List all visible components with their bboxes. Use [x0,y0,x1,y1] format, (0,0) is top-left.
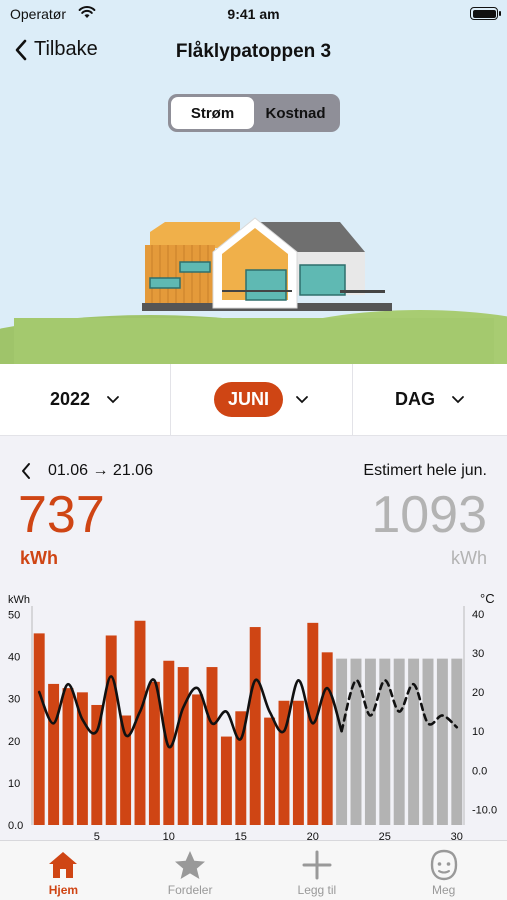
estimate-bar [451,658,463,825]
estimate-bar [364,658,376,825]
y-tick-label: 10 [8,778,20,790]
consumption-bar [48,683,60,825]
right-axis-label: °C [480,591,495,606]
date-range: 01.06 → 21.06 [48,462,153,479]
consumption-bar [264,717,276,825]
consumption-bar [206,667,218,825]
month-value: JUNI [213,382,283,417]
tab-add-label: Legg til [297,883,337,897]
previous-period-button[interactable] [20,461,32,481]
estimate-bar [422,658,434,825]
estimated-energy-value: 1093 [371,486,487,544]
y-tick-label: 20 [8,736,20,748]
house-illustration [0,217,507,365]
face-icon [430,849,457,881]
y2-tick-label: 10 [472,726,484,738]
y2-tick-label: 0.0 [472,765,487,777]
tab-me-label: Meg [431,883,456,897]
tab-add[interactable]: Legg til [254,841,381,900]
segment-power[interactable]: Strøm [171,97,254,129]
chevron-down-icon [107,396,119,404]
consumption-bar [220,736,232,825]
tab-home[interactable]: Hjem [0,841,127,900]
plus-icon [302,850,332,880]
year-value: 2022 [49,389,91,409]
consumption-bar [148,681,160,825]
period-selectors: 2022 JUNI DAG [0,364,507,436]
year-dropdown[interactable]: 2022 [0,364,170,435]
tab-me[interactable]: Meg [380,841,507,900]
star-icon [175,851,206,879]
period-row: 01.06 → 21.06 Estimert hele jun. [0,458,507,486]
consumption-bar [192,694,204,825]
clock: 9:41 am [227,6,280,22]
tab-benefits-label: Fordeler [167,883,213,897]
header-panel: Operatør 9:41 am Tilbake Flåklypatoppen … [0,0,507,365]
page-title: Flåklypatoppen 3 [175,41,332,62]
y2-tick-label: 40 [472,609,484,621]
consumption-bar [120,715,132,825]
resolution-value: DAG [395,389,435,409]
navigation-bar: Tilbake Flåklypatoppen 3 [0,34,507,70]
used-energy-value: 737 [18,486,105,544]
consumption-bar [105,635,117,825]
tab-bar: Hjem Fordeler Legg til Meg [0,840,507,900]
y2-tick-label: 30 [472,648,484,660]
consumption-bar [249,627,261,825]
consumption-chart: kWh °C 0.01020304050-10.00.0102030405 10 1… [8,591,497,842]
resolution-dropdown[interactable]: DAG [352,364,507,435]
tab-benefits[interactable]: Fordeler [127,841,254,900]
consumption-bar [321,652,333,825]
y-tick-label: 50 [8,609,20,621]
left-axis-label: kWh [8,594,30,606]
estimated-energy-unit: kWh [451,548,487,568]
estimate-bar [336,658,348,825]
chevron-down-icon [452,396,464,404]
y2-tick-label: -10.0 [472,804,497,816]
y2-tick-label: 20 [472,687,484,699]
month-dropdown[interactable]: JUNI [170,364,352,435]
y-tick-label: 0.0 [8,820,23,832]
estimate-bar [393,658,405,825]
chevron-down-icon [296,396,308,404]
y-tick-label: 30 [8,694,20,706]
battery-icon [470,7,501,20]
status-bar: Operatør 9:41 am [0,0,507,30]
home-icon [49,852,78,878]
y-tick-label: 40 [8,652,20,664]
used-energy-unit: kWh [20,548,58,568]
consumption-bar [177,667,189,825]
estimate-label: Estimert hele jun. [363,462,487,479]
consumption-bar [292,700,304,825]
segment-cost[interactable]: Kostnad [254,97,337,129]
estimate-bar [436,658,448,825]
energy-cost-segmented-control: Strøm Kostnad [168,94,340,132]
tab-home-label: Hjem [48,883,79,897]
consumption-bar [62,688,74,825]
consumption-bar [33,633,45,825]
